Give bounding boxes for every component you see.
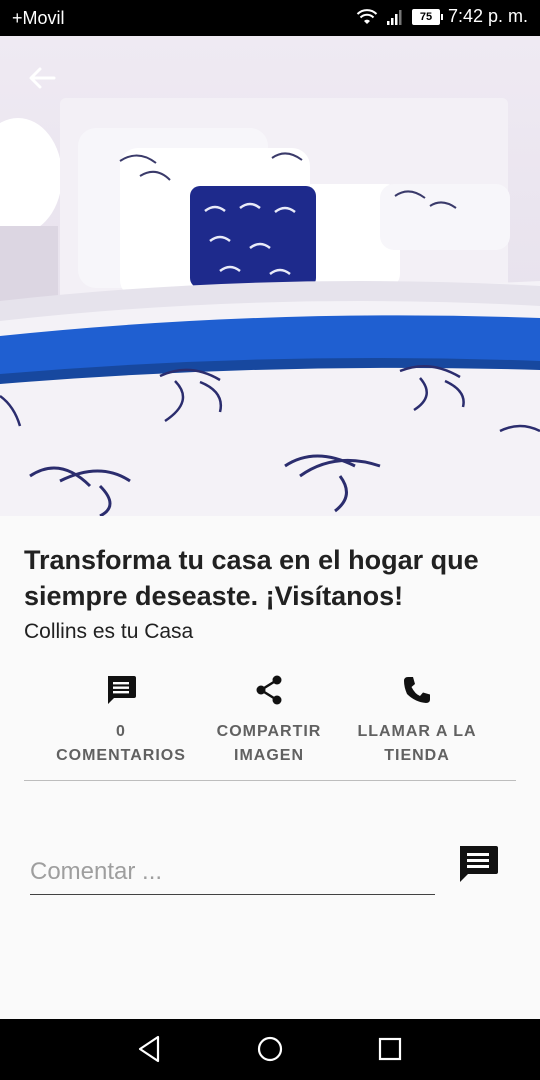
bed-photo [0, 36, 540, 516]
recent-apps-icon[interactable] [374, 1033, 406, 1065]
share-label: Compartir imagen [216, 723, 322, 764]
clock: 7:42 p. m. [447, 6, 528, 26]
share-image-button[interactable]: Compartir imagen [184, 672, 354, 768]
back-icon[interactable] [134, 1033, 166, 1065]
comment-field[interactable] [30, 850, 435, 895]
status-bar: +Movil 75 7:42 p. m. [0, 0, 540, 36]
back-arrow-icon[interactable] [24, 64, 60, 92]
comments-label: Comentarios [56, 747, 186, 764]
carrier-name: +Movil [12, 8, 65, 28]
battery-indicator: 75 [411, 8, 443, 25]
send-comment-icon[interactable] [456, 842, 500, 886]
post-title: Transforma tu casa en el hogar que siemp… [24, 545, 479, 611]
status-icons: 75 7:42 p. m. [356, 6, 528, 27]
call-store-button[interactable]: Llamar a la Tienda [332, 672, 502, 768]
phone-icon [404, 677, 430, 703]
home-icon[interactable] [254, 1033, 286, 1065]
wifi-icon [356, 8, 378, 24]
comments-count: 0 [116, 723, 126, 740]
comments-button[interactable]: 0 Comentarios [36, 672, 206, 768]
post-actions: 0 Comentarios Compartir imagen Llamar a … [24, 672, 516, 781]
signal-icon [386, 9, 402, 25]
comment-icon [108, 676, 136, 704]
call-label: Llamar a la Tienda [357, 723, 477, 764]
share-icon [256, 675, 282, 705]
system-nav-bar [0, 1019, 540, 1080]
post-author: Collins es tu Casa [24, 620, 194, 643]
battery-level: 75 [419, 10, 433, 23]
post-image[interactable] [0, 36, 540, 516]
comment-input[interactable] [30, 850, 435, 894]
